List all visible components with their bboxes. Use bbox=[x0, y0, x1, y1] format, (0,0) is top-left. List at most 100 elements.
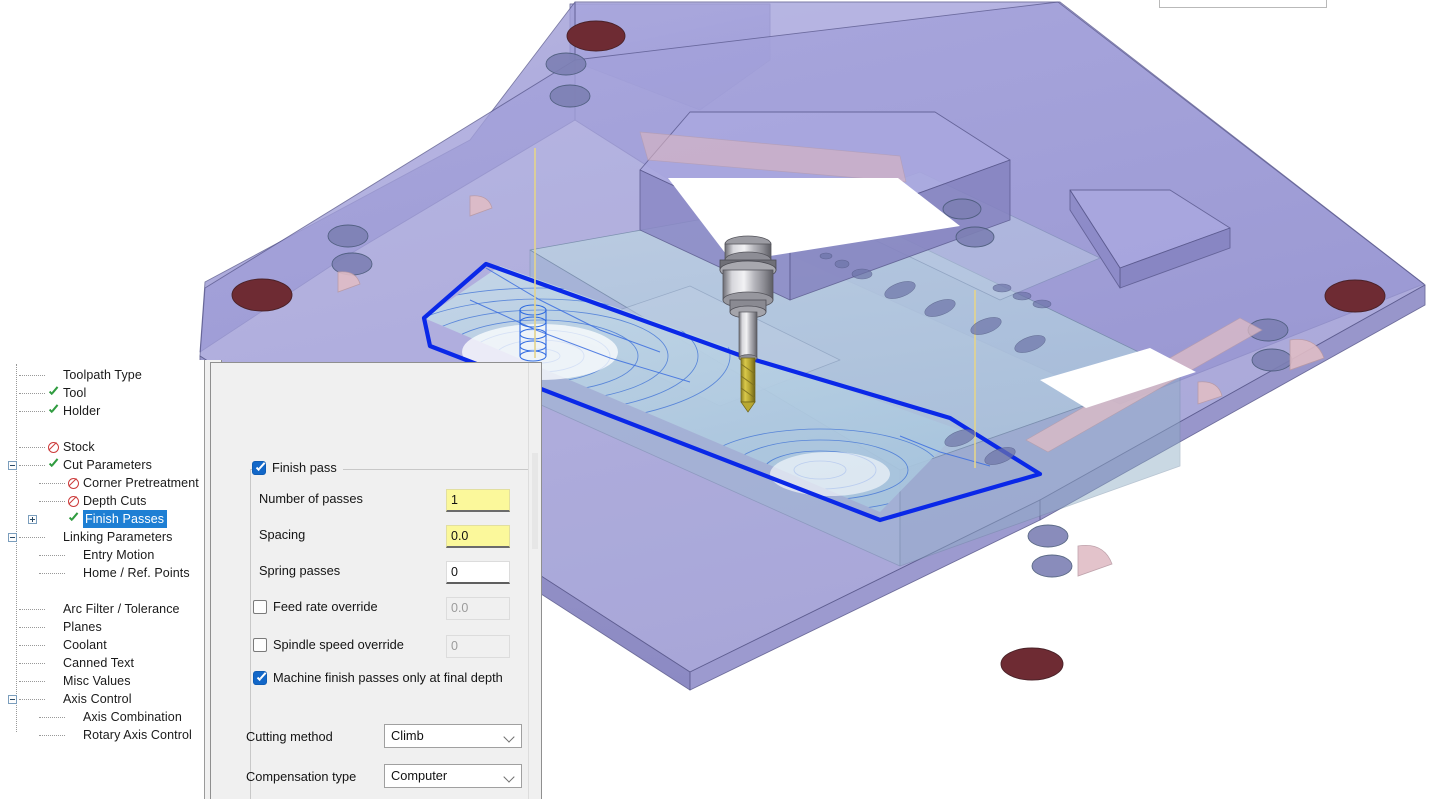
tree-item-label: Misc Values bbox=[63, 672, 131, 690]
tree-item-label: Depth Cuts bbox=[83, 492, 147, 510]
tree-item-entry-motion[interactable]: Entry Motion bbox=[0, 546, 204, 564]
tree-item-canned-text[interactable]: Canned Text bbox=[0, 654, 204, 672]
check-icon bbox=[68, 513, 80, 525]
tree-item-axis-control[interactable]: Axis Control bbox=[0, 690, 204, 708]
tree-connector bbox=[19, 627, 45, 628]
cutting-method-select[interactable]: Climb bbox=[384, 724, 522, 748]
tree-spacer bbox=[0, 582, 204, 600]
tree-item-label: Axis Control bbox=[63, 690, 132, 708]
tree-item-finish-passes[interactable]: Finish Passes bbox=[0, 510, 204, 528]
machine-finish-final-depth-checkbox[interactable] bbox=[253, 671, 267, 685]
cutting-method-value: Climb bbox=[391, 728, 424, 743]
tree-connector bbox=[19, 663, 45, 664]
tree-item-linking-parameters[interactable]: Linking Parameters bbox=[0, 528, 204, 546]
tree-item-misc-values[interactable]: Misc Values bbox=[0, 672, 204, 690]
feed-rate-override-input: 0.0 bbox=[446, 597, 510, 620]
tree-connector bbox=[19, 393, 45, 394]
finish-pass-checkbox-row[interactable]: Finish pass bbox=[252, 460, 343, 475]
finish-passes-parameter-page[interactable]: Finish pass Number of passes 1 Spacing 0… bbox=[210, 362, 542, 799]
tree-item-label: Stock bbox=[63, 438, 95, 456]
tree-connector bbox=[19, 699, 45, 700]
number-of-passes-label: Number of passes bbox=[259, 491, 363, 506]
tree-item-label: Corner Pretreatment bbox=[83, 474, 199, 492]
tree-item-label: Linking Parameters bbox=[63, 528, 173, 546]
tree-item-holder[interactable]: Holder bbox=[0, 402, 204, 420]
dialog-scrollbar[interactable] bbox=[528, 363, 541, 799]
tree-connector bbox=[39, 717, 65, 718]
tree-item-home-ref-points[interactable]: Home / Ref. Points bbox=[0, 564, 204, 582]
feed-rate-override-label: Feed rate override bbox=[273, 599, 378, 614]
finish-pass-label: Finish pass bbox=[272, 460, 337, 475]
cutting-method-label: Cutting method bbox=[246, 729, 333, 744]
tree-connector bbox=[19, 681, 45, 682]
tree-item-label: Canned Text bbox=[63, 654, 134, 672]
chevron-down-icon bbox=[503, 731, 514, 742]
tree-connector bbox=[19, 609, 45, 610]
tree-item-arc-filter-tolerance[interactable]: Arc Filter / Tolerance bbox=[0, 600, 204, 618]
tree-item-label: Planes bbox=[63, 618, 102, 636]
finish-pass-groupbox bbox=[250, 469, 542, 799]
tree-item-label: Entry Motion bbox=[83, 546, 154, 564]
expand-icon[interactable] bbox=[28, 515, 37, 524]
tree-item-tool[interactable]: Tool bbox=[0, 384, 204, 402]
spindle-speed-override-checkbox[interactable] bbox=[253, 638, 267, 652]
tree-item-coolant[interactable]: Coolant bbox=[0, 636, 204, 654]
check-icon bbox=[48, 387, 60, 399]
tree-item-label: Holder bbox=[63, 402, 100, 420]
tree-item-corner-pretreatment[interactable]: Corner Pretreatment bbox=[0, 474, 204, 492]
spacing-input[interactable]: 0.0 bbox=[446, 525, 510, 548]
tree-item-planes[interactable]: Planes bbox=[0, 618, 204, 636]
disabled-icon bbox=[68, 496, 79, 507]
tree-item-toolpath-type[interactable]: Toolpath Type bbox=[0, 366, 204, 384]
machine-finish-final-depth-label: Machine finish passes only at final dept… bbox=[273, 670, 503, 685]
compensation-type-value: Computer bbox=[391, 768, 447, 783]
tree-item-label: Coolant bbox=[63, 636, 107, 654]
tree-connector bbox=[39, 501, 65, 502]
tree-item-label: Toolpath Type bbox=[63, 366, 142, 384]
tree-connector bbox=[19, 645, 45, 646]
tree-item-label: Arc Filter / Tolerance bbox=[63, 600, 180, 618]
tree-item-rotary-axis-control[interactable]: Rotary Axis Control bbox=[0, 726, 204, 744]
collapse-icon[interactable] bbox=[8, 533, 17, 542]
tree-item-label: Finish Passes bbox=[83, 510, 167, 528]
tree-item-label: Cut Parameters bbox=[63, 456, 152, 474]
collapse-icon[interactable] bbox=[8, 695, 17, 704]
compensation-type-select[interactable]: Computer bbox=[384, 764, 522, 788]
spacing-label: Spacing bbox=[259, 527, 305, 542]
compensation-type-label: Compensation type bbox=[246, 769, 356, 784]
tree-connector bbox=[19, 447, 45, 448]
tree-item-label: Rotary Axis Control bbox=[83, 726, 192, 744]
feed-rate-override-checkbox[interactable] bbox=[253, 600, 267, 614]
check-icon bbox=[48, 459, 60, 471]
spindle-speed-override-label: Spindle speed override bbox=[273, 637, 404, 652]
check-icon bbox=[48, 405, 60, 417]
collapse-icon[interactable] bbox=[8, 461, 17, 470]
number-of-passes-input[interactable]: 1 bbox=[446, 489, 510, 512]
tree-connector bbox=[19, 537, 45, 538]
tree-connector bbox=[39, 573, 65, 574]
dialog-scrollbar-thumb[interactable] bbox=[532, 453, 538, 549]
spindle-speed-override-input: 0 bbox=[446, 635, 510, 658]
spring-passes-label: Spring passes bbox=[259, 563, 340, 578]
tree-spacer bbox=[0, 420, 204, 438]
tree-connector bbox=[39, 735, 65, 736]
disabled-icon bbox=[48, 442, 59, 453]
tree-item-cut-parameters[interactable]: Cut Parameters bbox=[0, 456, 204, 474]
tree-connector bbox=[39, 555, 65, 556]
disabled-icon bbox=[68, 478, 79, 489]
chevron-down-icon bbox=[503, 771, 514, 782]
tree-item-label: Axis Combination bbox=[83, 708, 182, 726]
tree-connector bbox=[19, 375, 45, 376]
tree-item-axis-combination[interactable]: Axis Combination bbox=[0, 708, 204, 726]
tree-item-label: Home / Ref. Points bbox=[83, 564, 190, 582]
finish-pass-checkbox[interactable] bbox=[252, 461, 266, 475]
parameter-tree[interactable]: Toolpath TypeToolHolder StockCut Paramete… bbox=[0, 360, 205, 799]
tree-item-stock[interactable]: Stock bbox=[0, 438, 204, 456]
toolbar-input-remnant[interactable] bbox=[1159, 0, 1327, 8]
tree-connector bbox=[39, 483, 65, 484]
tree-connector bbox=[19, 411, 45, 412]
tree-item-label: Tool bbox=[63, 384, 86, 402]
spring-passes-input[interactable]: 0 bbox=[446, 561, 510, 584]
tree-connector bbox=[19, 465, 45, 466]
tree-item-depth-cuts[interactable]: Depth Cuts bbox=[0, 492, 204, 510]
